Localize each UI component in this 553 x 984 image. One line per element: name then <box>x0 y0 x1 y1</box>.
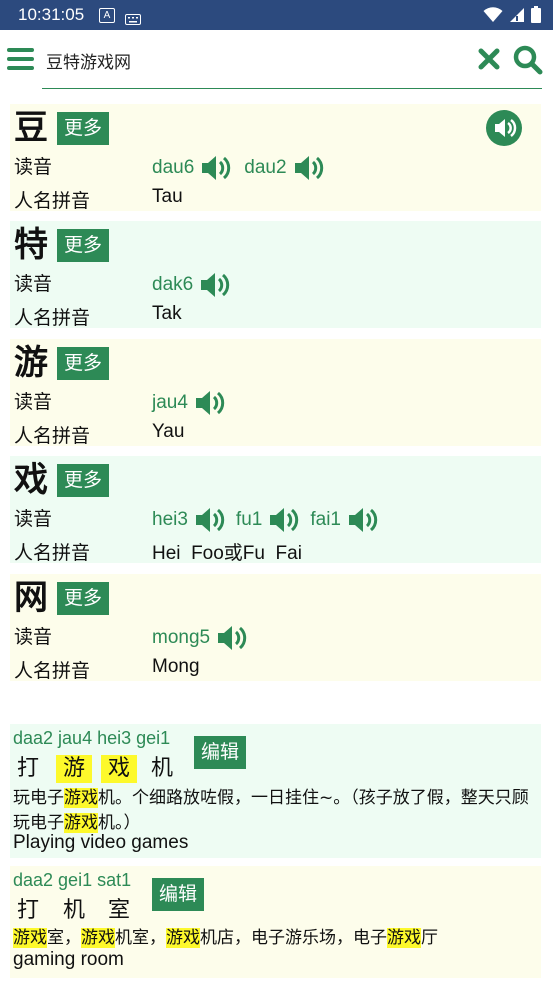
reading-label: 读音 <box>14 391 53 413</box>
example-text: 机。） <box>98 813 141 833</box>
example-sentence: 玩电子游戏机。个细路放咗假，一日挂住~。（孩子放了假，整天只顾 <box>13 783 529 808</box>
char-card-wang: 网 更多 读音 mong5 人名拼音 Mong <box>10 574 541 682</box>
phrase-char: 机 <box>150 756 173 781</box>
example-highlight: 游戏 <box>64 788 98 808</box>
jyutping-reading: jau4 <box>152 392 188 413</box>
example-text: 厅 <box>421 928 438 948</box>
example-sentence-continued: 玩电子游戏机。） <box>13 808 141 833</box>
example-text: 机店，电子游乐场，电子 <box>200 928 387 948</box>
char-card-xi: 戏 更多 读音 hei3 fu1 fai1 人名拼音 Hei Foo或Fu Fa… <box>10 456 541 564</box>
speaker-icon[interactable] <box>486 110 522 146</box>
signal-icon <box>509 7 525 27</box>
name-pinyin-value: Mong <box>152 656 200 677</box>
char-card-you: 游 更多 读音 jau4 人名拼音 Yau <box>10 339 541 447</box>
keyboard-icon <box>125 10 141 29</box>
phrase-char: 打 <box>16 756 39 781</box>
char-card-te: 特 更多 读音 dak6 人名拼音 Tak <box>10 221 541 329</box>
reading-list: dak6 <box>152 271 231 299</box>
english-translation: Playing video games <box>13 832 189 853</box>
speaker-icon[interactable] <box>194 389 226 417</box>
more-button[interactable]: 更多 <box>57 582 109 615</box>
name-pinyin-label: 人名拼音 <box>14 190 91 212</box>
phrase-char-highlighted: 游 <box>56 755 92 783</box>
example-highlight: 游戏 <box>387 928 421 948</box>
more-button[interactable]: 更多 <box>57 112 109 145</box>
character: 网 <box>14 578 48 618</box>
jyutping-reading: fu1 <box>235 509 263 530</box>
reading-label: 读音 <box>14 508 53 530</box>
phrase-jyutping[interactable]: daa2 gei1 sat1 <box>13 870 131 891</box>
reading-label: 读音 <box>14 273 53 295</box>
more-button[interactable]: 更多 <box>57 464 109 497</box>
phrase-char: 打 <box>16 898 39 923</box>
example-highlight: 游戏 <box>81 928 115 948</box>
name-pinyin-value: Tau <box>152 186 183 207</box>
search-underline <box>42 88 542 89</box>
name-pinyin-label: 人名拼音 <box>14 307 91 329</box>
name-pinyin-label: 人名拼音 <box>14 660 91 682</box>
more-button[interactable]: 更多 <box>57 347 109 380</box>
example-text: 机室， <box>115 928 166 948</box>
character: 豆 <box>14 108 48 148</box>
a-notification-icon: A <box>99 8 115 23</box>
speaker-icon[interactable] <box>216 624 248 652</box>
example-highlight: 游戏 <box>64 813 98 833</box>
phrase-card: daa2 jau4 hei3 gei1 编辑 打 游 戏 机 玩电子游戏机。个细… <box>10 724 541 858</box>
status-time: 10:31:05 <box>18 5 85 24</box>
char-card-dou: 豆 更多 读音 dau6 dau2 人名拼音 Tau <box>10 104 541 212</box>
speaker-icon[interactable] <box>268 506 300 534</box>
phrase-char: 机 <box>62 898 85 923</box>
name-pinyin-label: 人名拼音 <box>14 425 91 447</box>
speaker-icon[interactable] <box>293 154 325 182</box>
jyutping-reading: dau2 <box>244 157 287 178</box>
reading-label: 读音 <box>14 626 53 648</box>
search-toolbar <box>0 30 553 92</box>
wifi-icon <box>483 6 503 27</box>
phrase-char: 室 <box>107 898 130 923</box>
phrase-card: daa2 gei1 sat1 编辑 打 机 室 游戏室，游戏机室，游戏机店，电子… <box>10 866 541 978</box>
speaker-icon[interactable] <box>194 506 226 534</box>
character: 特 <box>14 225 48 265</box>
example-text: 玩电子 <box>13 813 64 833</box>
speaker-icon[interactable] <box>347 506 379 534</box>
example-text: 机。个细路放咗假，一日挂住~。（孩子放了假，整天只顾 <box>98 788 529 808</box>
example-highlight: 游戏 <box>166 928 200 948</box>
status-bar: 10:31:05 A <box>0 0 553 30</box>
character: 游 <box>14 343 48 383</box>
reading-list: dau6 dau2 <box>152 154 325 182</box>
reading-list: hei3 fu1 fai1 <box>152 506 379 534</box>
speaker-icon[interactable] <box>200 154 232 182</box>
speaker-icon[interactable] <box>199 271 231 299</box>
example-text: 室， <box>47 928 81 948</box>
name-pinyin-value: Hei Foo或Fu Fai <box>152 543 302 564</box>
jyutping-reading: hei3 <box>152 509 188 530</box>
jyutping-reading: mong5 <box>152 627 211 648</box>
name-pinyin-value: Yau <box>152 421 185 442</box>
english-translation: gaming room <box>13 949 124 970</box>
jyutping-reading: fai1 <box>310 509 341 530</box>
reading-list: mong5 <box>152 624 248 652</box>
edit-button[interactable]: 编辑 <box>194 736 246 769</box>
clear-icon[interactable] <box>476 46 502 72</box>
jyutping-reading: dau6 <box>152 157 195 178</box>
reading-list: jau4 <box>152 389 226 417</box>
more-button[interactable]: 更多 <box>57 229 109 262</box>
phrase-jyutping[interactable]: daa2 jau4 hei3 gei1 <box>13 728 170 749</box>
example-highlight: 游戏 <box>13 928 47 948</box>
edit-button[interactable]: 编辑 <box>152 878 204 911</box>
menu-icon[interactable] <box>7 48 34 70</box>
name-pinyin-value: Tak <box>152 303 182 324</box>
example-sentence: 游戏室，游戏机室，游戏机店，电子游乐场，电子游戏厅 <box>13 923 438 948</box>
character: 戏 <box>14 460 48 500</box>
name-pinyin-label: 人名拼音 <box>14 542 91 564</box>
reading-label: 读音 <box>14 156 53 178</box>
search-icon[interactable] <box>512 44 544 76</box>
example-text: 玩电子 <box>13 788 64 808</box>
jyutping-reading: dak6 <box>152 274 194 295</box>
battery-icon <box>531 6 541 27</box>
phrase-char-highlighted: 戏 <box>101 755 137 783</box>
search-input[interactable] <box>42 42 468 78</box>
